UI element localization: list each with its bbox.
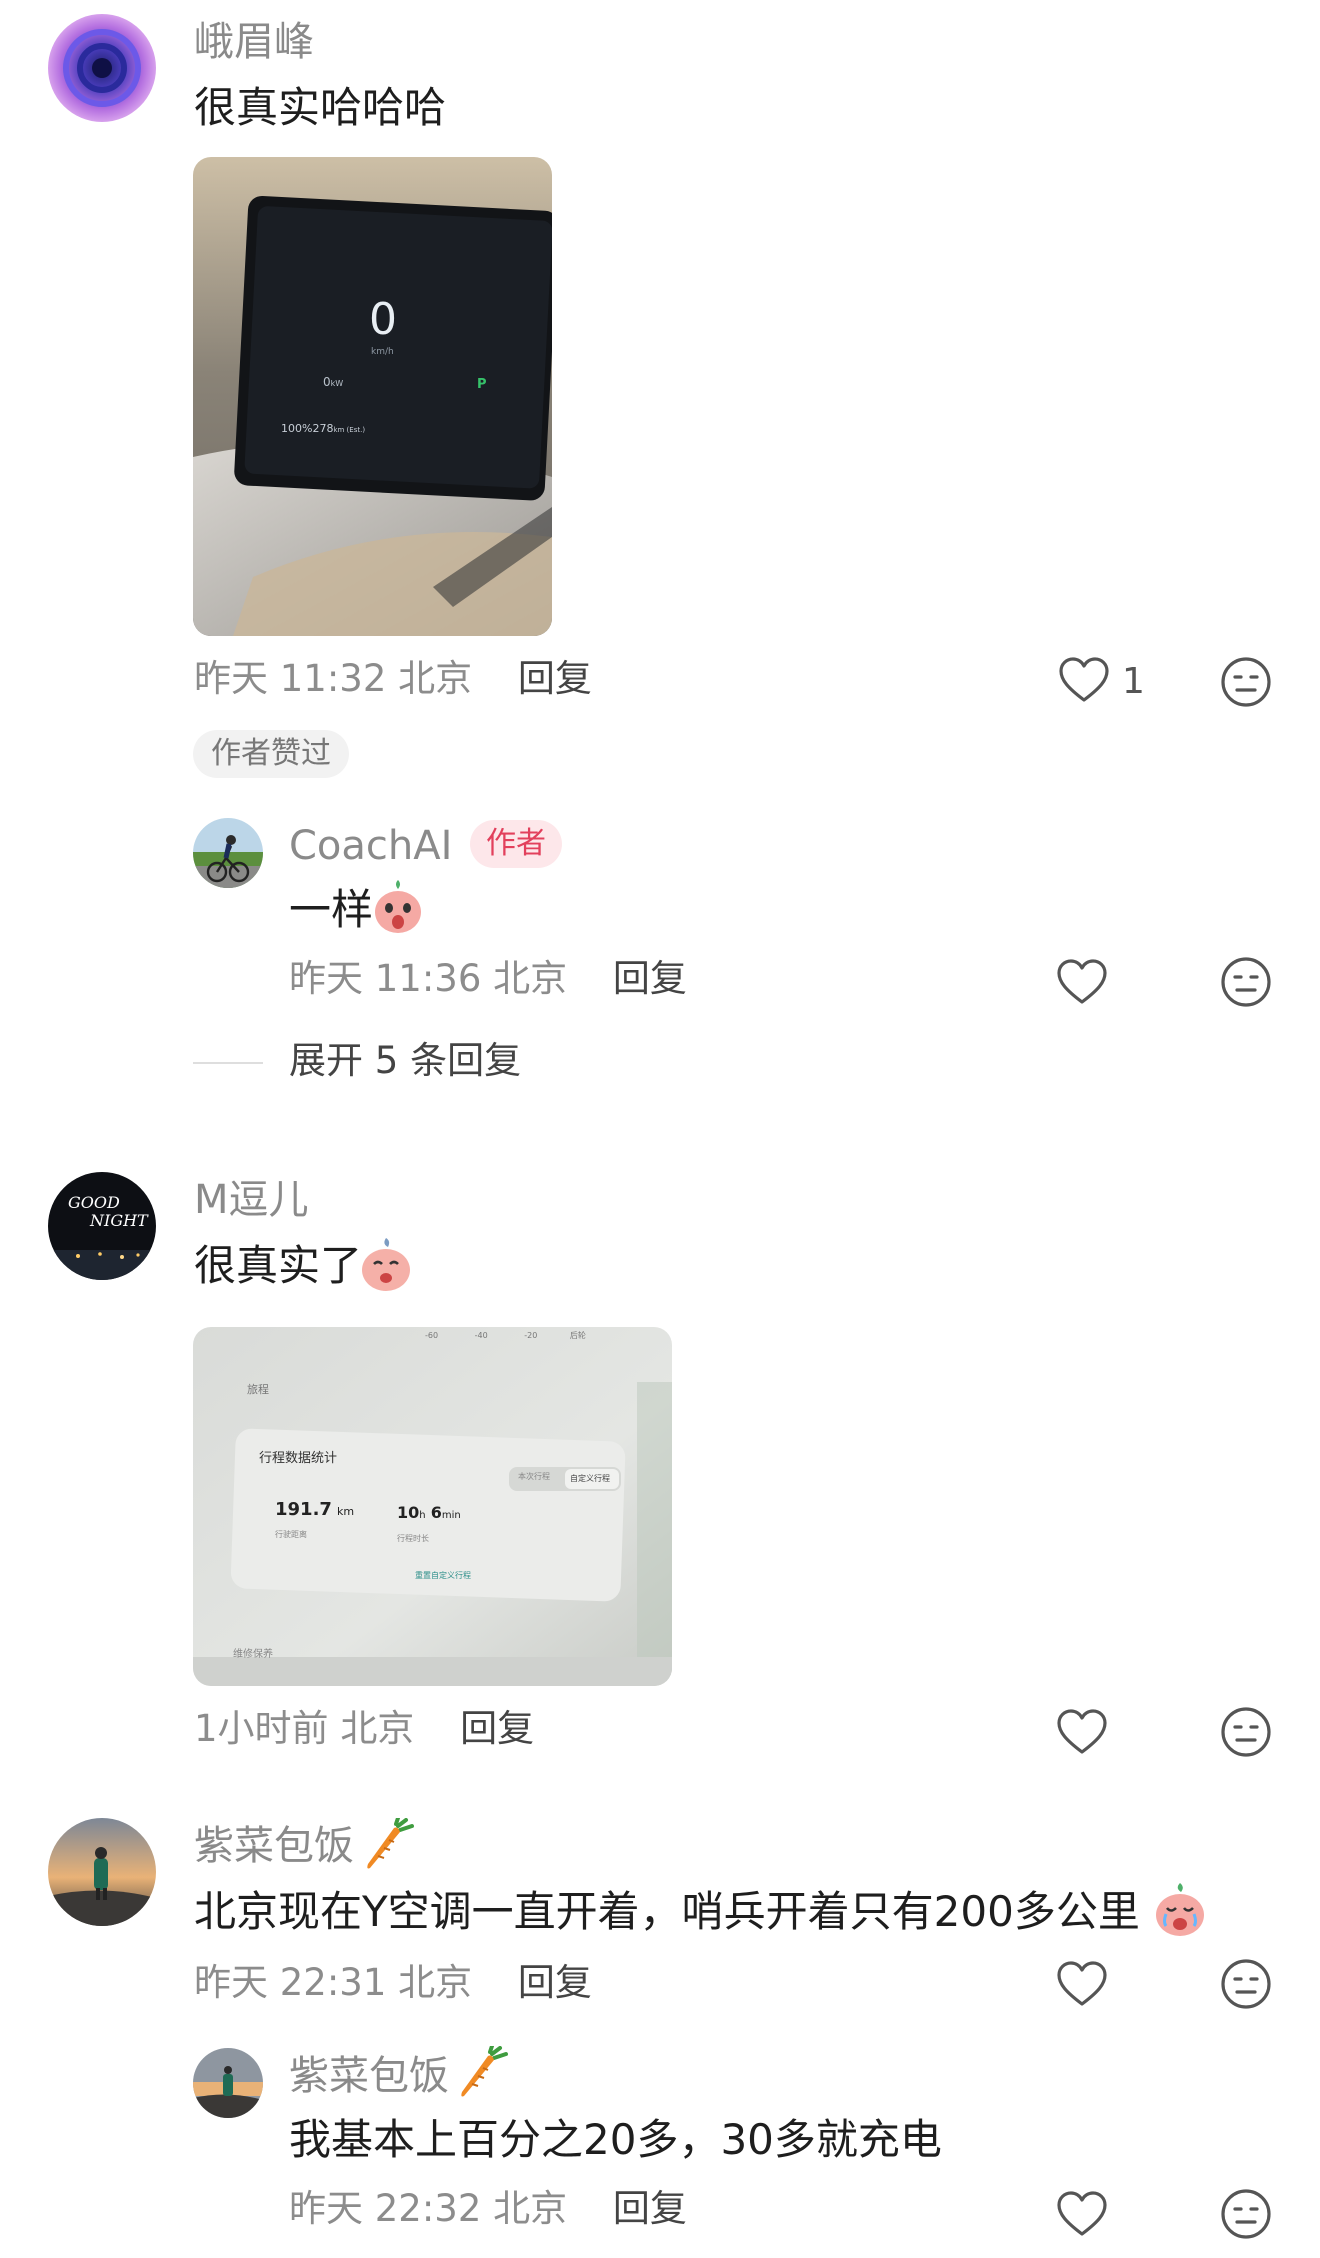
neutral-face-icon[interactable] — [1220, 2188, 1272, 2240]
reply-button[interactable]: 回复 — [613, 2187, 687, 2230]
heart-outline-icon[interactable] — [1056, 1960, 1108, 2008]
pink-face-sticker — [1152, 1880, 1208, 1938]
avatar[interactable] — [48, 14, 156, 122]
reset-trip-link: 重置自定义行程 — [415, 1571, 471, 1580]
distance-value: 191.7 km — [275, 1499, 355, 1520]
reply-time: 昨天 11:36 — [289, 957, 482, 1000]
neutral-face-icon[interactable] — [1220, 1706, 1272, 1758]
dashboard-speed-unit: km/h — [371, 347, 394, 357]
reply-location: 北京 — [493, 957, 568, 1000]
neutral-face-icon[interactable] — [1220, 956, 1272, 1008]
avatar[interactable] — [193, 2048, 263, 2118]
svg-text:NIGHT: NIGHT — [89, 1211, 149, 1230]
comment-text: 很真实了 — [194, 1241, 363, 1290]
comment-meta: 昨天 11:32 北京 回复 — [194, 656, 592, 702]
comment-username[interactable]: M逗儿 — [194, 1176, 309, 1224]
tab-current-trip: 本次行程 — [518, 1472, 550, 1481]
comment-time: 1小时前 — [194, 1707, 329, 1750]
author-badge: 作者 — [470, 820, 562, 868]
reply-button[interactable]: 回复 — [518, 657, 592, 700]
comment-time: 昨天 22:31 — [194, 1961, 387, 2004]
dashboard-gear: P — [477, 377, 487, 392]
expand-replies-button[interactable]: 展开 5 条回复 — [289, 1038, 521, 1084]
comment-location: 北京 — [398, 1961, 473, 2004]
reply-button[interactable]: 回复 — [613, 957, 687, 1000]
comment-time: 昨天 11:32 — [194, 657, 387, 700]
card-title: 行程数据统计 — [259, 1451, 338, 1466]
pink-face-sticker — [372, 878, 424, 936]
section-title: 旅程 — [247, 1383, 269, 1396]
reply-time: 昨天 22:32 — [289, 2187, 482, 2230]
avatar[interactable] — [48, 1818, 156, 1926]
comment-meta: 昨天 22:31 北京 回复 — [194, 1960, 592, 2006]
neutral-face-icon[interactable] — [1220, 656, 1272, 708]
heart-outline-icon[interactable] — [1058, 656, 1110, 704]
carrot-emoji — [364, 1818, 416, 1872]
reply-text: 一样 — [289, 885, 374, 934]
dashboard-battery: 100%278km (Est.) — [281, 422, 366, 435]
neutral-face-icon[interactable] — [1220, 1958, 1272, 2010]
comment-text: 很真实哈哈哈 — [194, 83, 447, 132]
carrot-emoji — [458, 2046, 510, 2100]
reply-location: 北京 — [493, 2187, 568, 2230]
like-count: 1 — [1122, 661, 1145, 702]
reply-button[interactable]: 回复 — [518, 1961, 592, 2004]
comment-photo[interactable]: 0 km/h 0kW P 100%278km (Est.) — [193, 157, 552, 636]
comment-username[interactable]: 峨眉峰 — [194, 18, 314, 66]
heart-outline-icon[interactable] — [1056, 1708, 1108, 1756]
duration-label: 行程时长 — [397, 1534, 429, 1543]
author-liked-chip: 作者赞过 — [193, 730, 349, 778]
distance-label: 行驶距离 — [275, 1530, 307, 1539]
dashboard-power: 0kW — [323, 375, 344, 389]
dashboard-speed: 0 — [369, 294, 397, 345]
comment-photo[interactable]: -60 -40 -20 后轮 旅程 行程数据统计 本次行程 自定义行程 191.… — [193, 1327, 672, 1686]
svg-text:GOOD: GOOD — [68, 1193, 120, 1212]
footer-label: 维修保养 — [233, 1649, 273, 1660]
expand-divider — [193, 1062, 263, 1064]
reply-username[interactable]: CoachAI — [289, 822, 452, 870]
reply-text: 我基本上百分之20多，30多就充电 — [289, 2115, 942, 2164]
reply-meta: 昨天 11:36 北京 回复 — [289, 956, 687, 1002]
reply-button[interactable]: 回复 — [460, 1707, 534, 1750]
comment-location: 北京 — [398, 657, 473, 700]
duration-value: 10h 6min — [397, 1503, 461, 1522]
comment-meta: 1小时前 北京 回复 — [194, 1706, 534, 1752]
avatar[interactable]: GOOD NIGHT — [48, 1172, 156, 1280]
heart-outline-icon[interactable] — [1056, 958, 1108, 1006]
comment-location: 北京 — [340, 1707, 415, 1750]
reply-meta: 昨天 22:32 北京 回复 — [289, 2186, 687, 2232]
pink-face-sticker — [358, 1234, 414, 1294]
tab-custom-trip: 自定义行程 — [570, 1474, 610, 1483]
avatar[interactable] — [193, 818, 263, 888]
heart-outline-icon[interactable] — [1056, 2190, 1108, 2238]
comment-username[interactable]: 紫菜包饭 — [194, 1822, 354, 1870]
reply-username[interactable]: 紫菜包饭 — [289, 2052, 449, 2100]
comment-text: 北京现在Y空调一直开着，哨兵开着只有200多公里 — [194, 1887, 1140, 1936]
scale-labels: -60 -40 -20 后轮 — [425, 1331, 586, 1340]
